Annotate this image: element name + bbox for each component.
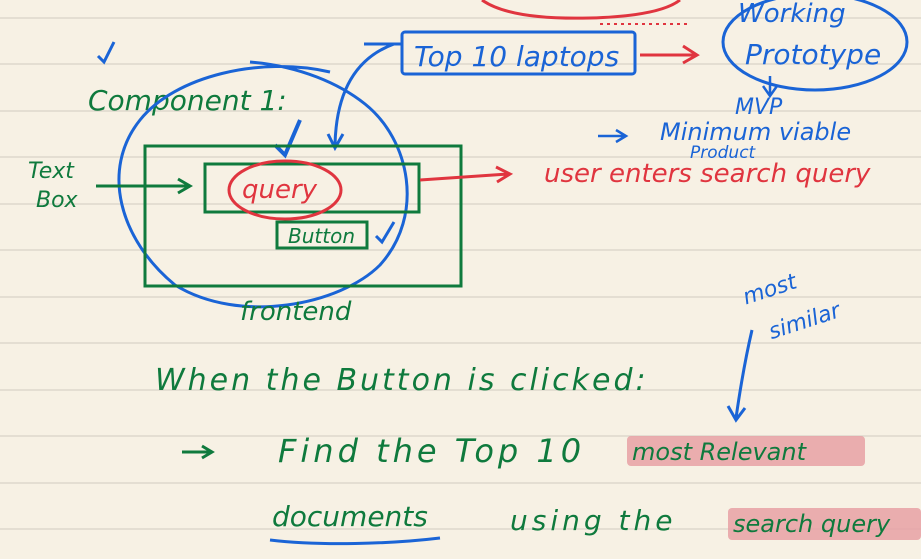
arrow-to-textbox	[96, 177, 193, 195]
checkmark-icon	[96, 41, 116, 65]
textbox-label-line2: Box	[36, 188, 79, 213]
documents-underline	[269, 536, 441, 546]
bullet-arrow	[182, 444, 215, 460]
query-text: query	[242, 175, 318, 205]
mvp-text: MVP	[735, 95, 783, 120]
prototype-text: Prototype	[745, 38, 881, 71]
checkmark-button-icon	[374, 221, 396, 245]
find-prefix-text: Find the Top 10	[278, 432, 585, 470]
arrow-box-to-component	[326, 42, 395, 152]
user-action-text: user enters search query	[544, 159, 871, 189]
textbox-label-line1: Text	[28, 159, 75, 184]
most-relevant-text: most Relevant	[632, 438, 808, 466]
documents-text: documents	[272, 500, 428, 533]
minimum-viable-text: Minimum viable	[660, 118, 851, 146]
arrow-to-prototype	[640, 44, 700, 65]
notebook-page: Top 10 laptops Working Prototype MVP Min…	[0, 0, 921, 559]
top-label-text: Top 10 laptops	[414, 40, 619, 73]
search-query-text: search query	[733, 510, 891, 538]
top-red-curve	[481, 0, 681, 20]
arrow-to-user-action	[419, 165, 514, 184]
arrow-to-minimum	[598, 128, 629, 144]
component-title: Component 1:	[88, 84, 287, 117]
button-text: Button	[288, 224, 355, 248]
checkmark-mid-icon	[273, 119, 302, 159]
working-text: Working	[738, 0, 846, 29]
frontend-box	[143, 144, 463, 288]
when-clicked-text: When the Button is clicked:	[155, 363, 649, 398]
most-similar-line1: most	[740, 269, 801, 310]
handwritten-notes-canvas: Top 10 laptops Working Prototype MVP Min…	[0, 0, 921, 546]
using-the-text: using the	[510, 504, 676, 537]
frontend-label: frontend	[240, 297, 352, 327]
most-similar-line2: similar	[766, 298, 846, 345]
